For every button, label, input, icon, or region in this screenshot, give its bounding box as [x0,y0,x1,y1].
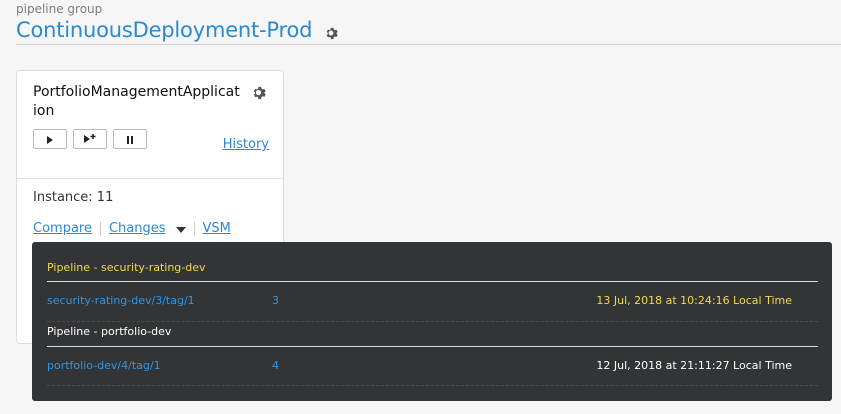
row-divider [47,321,818,322]
pause-button[interactable] [113,129,147,149]
pipeline-group-label: pipeline group [16,2,103,16]
pause-icon [125,130,135,149]
revision-link[interactable]: portfolio-dev/4/tag/1 [47,359,161,372]
counter-link[interactable]: 3 [272,294,279,307]
pipeline-group-name[interactable]: ContinuousDeployment-Prod [16,16,312,44]
compare-link[interactable]: Compare [33,221,92,236]
link-separator [193,221,195,236]
modified-time: 12 Jul, 2018 at 21:11:27 Local Time [596,359,792,372]
changes-link[interactable]: Changes [109,221,166,236]
pipeline-name[interactable]: PortfolioManagementApplication [33,83,241,121]
gear-icon[interactable] [324,25,339,40]
card-divider [17,178,283,179]
gear-icon[interactable] [251,85,266,100]
history-link[interactable]: History [223,137,269,152]
instance-label: Instance: 11 [33,190,114,205]
trigger-button[interactable] [33,129,67,149]
changes-popup: Pipeline - security-rating-dev security-… [32,242,832,401]
heading-divider [47,346,818,347]
material-group-heading: Pipeline - portfolio-dev [47,325,172,338]
material-group-heading: Pipeline - security-rating-dev [47,261,206,274]
vsm-link[interactable]: VSM [203,221,231,236]
revision-link[interactable]: security-rating-dev/3/tag/1 [47,294,195,307]
chevron-down-icon[interactable] [175,226,186,233]
play-icon [45,130,55,149]
play-plus-icon [82,130,98,149]
heading-divider [47,281,818,282]
modified-time: 13 Jul, 2018 at 10:24:16 Local Time [596,294,792,307]
link-separator [99,221,101,236]
trigger-with-options-button[interactable] [73,129,107,149]
row-divider [47,385,818,386]
counter-link[interactable]: 4 [272,359,279,372]
group-divider [16,44,841,45]
